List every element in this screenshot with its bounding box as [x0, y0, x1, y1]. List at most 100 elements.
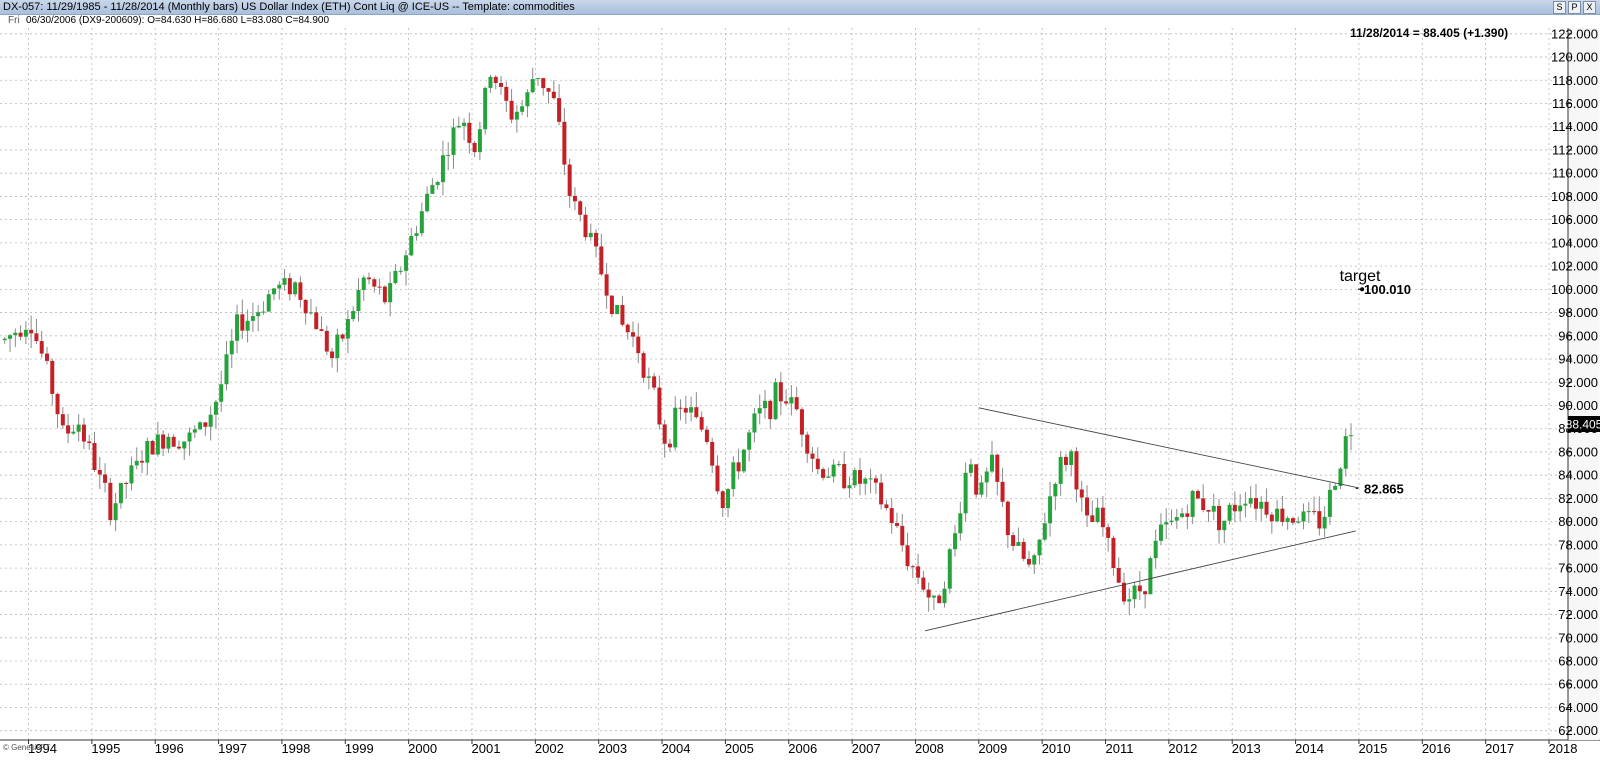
candle-body [873, 478, 878, 483]
candle-body [18, 332, 23, 337]
candle-body [483, 87, 488, 130]
candle-body [456, 125, 461, 128]
day-label: Fri [8, 15, 20, 26]
candle-body [213, 401, 218, 415]
candle-body [192, 429, 197, 433]
candle-body [1148, 558, 1153, 595]
candle-body [182, 441, 187, 449]
candle-body [198, 422, 203, 430]
candle-body [55, 393, 60, 415]
x-tick-label: 2002 [535, 741, 564, 756]
title-bar: DX-057: 11/29/1985 - 11/28/2014 (Monthly… [0, 0, 1600, 15]
candle-body [736, 462, 741, 472]
candle-body [1222, 520, 1227, 531]
candle-body [1079, 489, 1084, 498]
candle-body [488, 76, 493, 88]
credit-label: © GenesisFT [3, 743, 51, 752]
candle-body [974, 464, 979, 495]
x-tick-label: 2009 [978, 741, 1007, 756]
last-price-marker: 88.405 [1566, 416, 1600, 433]
candle-body [1090, 515, 1095, 522]
candle-body [879, 482, 884, 505]
candle-body [594, 232, 599, 247]
p-button[interactable]: P [1568, 1, 1581, 14]
candle-body [1132, 585, 1137, 600]
candle-body [1111, 537, 1116, 568]
candle-body [29, 329, 34, 334]
candle-body [541, 78, 546, 89]
candle-body [847, 485, 852, 489]
y-tick-label: 104.000 [1551, 235, 1598, 250]
x-tick-label: 2004 [662, 741, 691, 756]
candle-body [520, 106, 525, 112]
candle-body [752, 413, 757, 433]
candle-body [916, 566, 921, 578]
window-buttons: S P X [1553, 1, 1596, 14]
candle-body [599, 246, 604, 275]
candle-body [504, 86, 509, 101]
candle-body [863, 478, 868, 484]
candle-body [562, 121, 567, 165]
s-button[interactable]: S [1553, 1, 1566, 14]
x-tick-label: 1997 [218, 741, 247, 756]
candle-body [578, 201, 583, 215]
candle-body [984, 471, 989, 483]
candle-body [108, 482, 113, 521]
candle-body [1127, 599, 1132, 602]
candle-body [398, 270, 403, 272]
candle-body [1021, 541, 1026, 559]
y-tick-label: 74.000 [1558, 584, 1598, 599]
candle-body [673, 407, 678, 448]
candle-body [245, 320, 250, 331]
candle-body [145, 441, 150, 463]
candle-body [683, 408, 688, 413]
price-chart[interactable]: 100.010target82.865 62.00064.00066.00068… [0, 0, 1600, 772]
candle-body [1026, 558, 1031, 565]
candle-body [1333, 486, 1338, 490]
candle-body [583, 214, 588, 238]
close-button[interactable]: X [1583, 1, 1596, 14]
candle-body [134, 460, 139, 466]
x-tick-label: 2017 [1485, 741, 1514, 756]
candle-body [277, 284, 282, 289]
annotation-text: target [1340, 268, 1381, 285]
y-tick-label: 98.000 [1558, 305, 1598, 320]
candle-body [1312, 511, 1317, 513]
candle-body [910, 566, 915, 568]
candle-body [1206, 510, 1211, 512]
candle-body [382, 286, 387, 303]
candle-body [1011, 535, 1016, 546]
candle-body [530, 79, 535, 93]
candle-body [1042, 523, 1047, 540]
candle-body [1106, 527, 1111, 538]
candle-body [351, 311, 356, 320]
candle-body [155, 434, 160, 455]
x-tick-label: 1995 [91, 741, 120, 756]
candle-body [8, 335, 13, 339]
candle-body [689, 407, 694, 413]
x-tick-label: 2018 [1549, 741, 1578, 756]
candle-body [1037, 539, 1042, 556]
candle-body [176, 446, 181, 449]
candle-body [1158, 524, 1163, 541]
y-tick-label: 114.000 [1552, 119, 1598, 134]
candle-body [778, 382, 783, 402]
candle-body [979, 482, 984, 495]
candle-body [1264, 501, 1269, 515]
candle-body [124, 483, 129, 485]
candle-body [894, 523, 899, 526]
candle-body [1201, 498, 1206, 511]
candle-body [1280, 508, 1285, 522]
candle-body [324, 330, 329, 352]
candle-body [1000, 481, 1005, 502]
candle-body [905, 545, 910, 567]
candle-body [1032, 555, 1037, 565]
candle-body [451, 127, 456, 155]
candle-body [858, 470, 863, 484]
candle-body [1306, 511, 1311, 513]
x-tick-label: 2015 [1358, 741, 1387, 756]
candle-body [219, 384, 224, 402]
candle-body [720, 491, 725, 509]
candle-body [81, 424, 86, 442]
candle-body [1185, 513, 1190, 517]
